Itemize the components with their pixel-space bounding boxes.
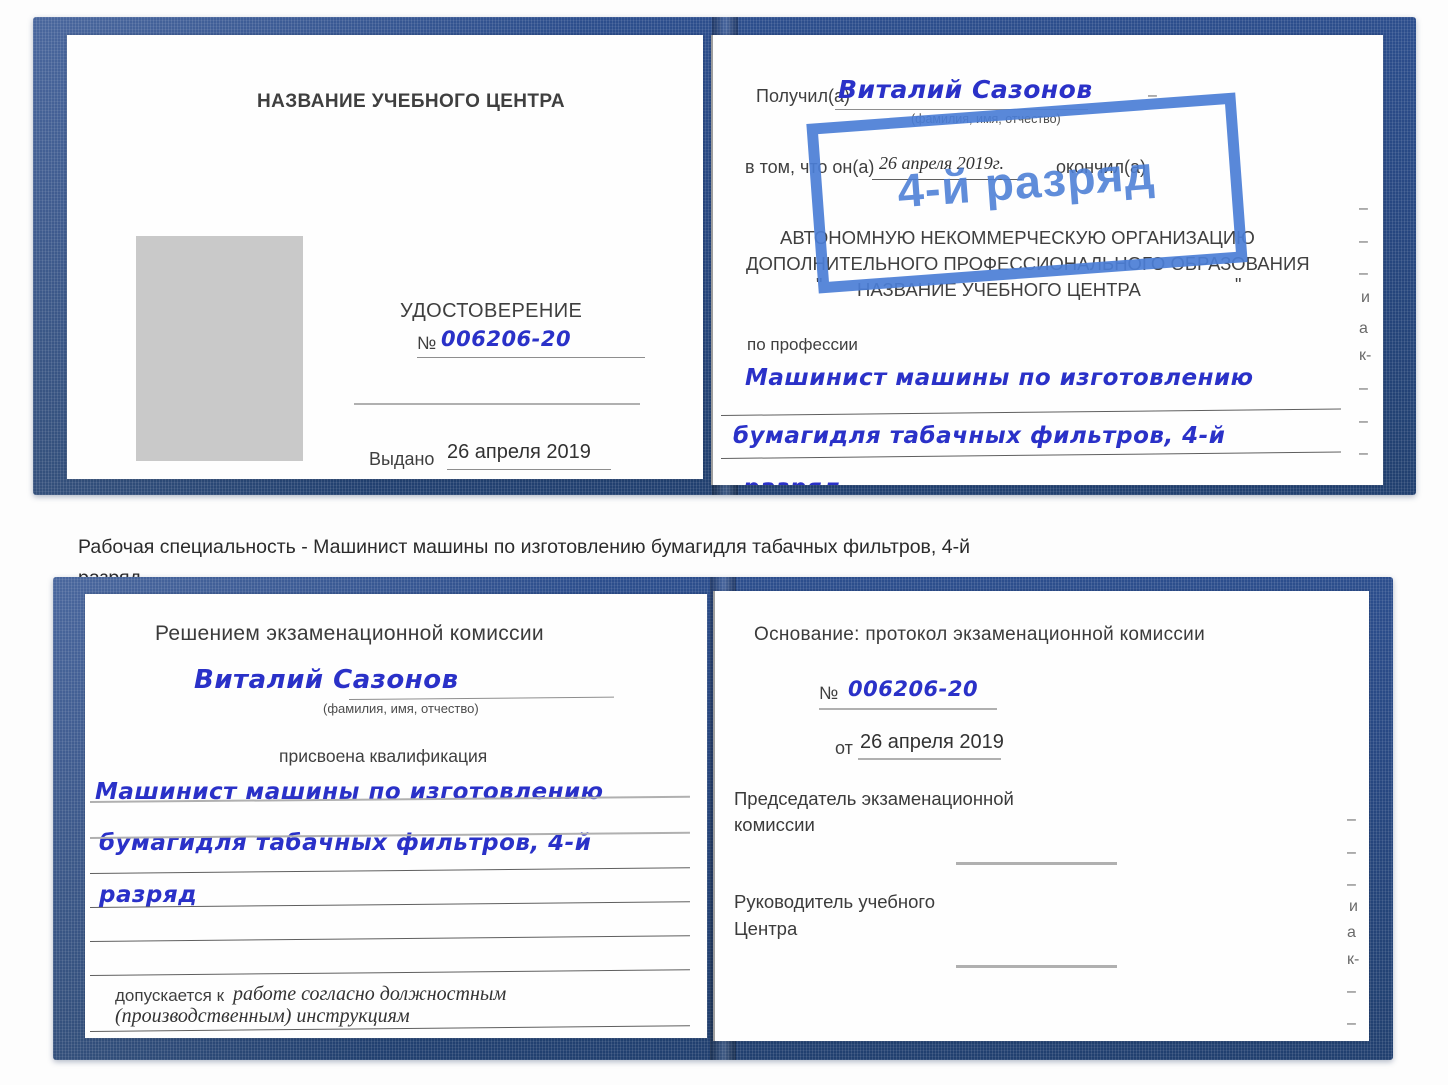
chairman-line-1: Председатель экзаменационной <box>734 788 1014 809</box>
edge-glyph-b7: – <box>1347 1015 1356 1032</box>
issued-rule <box>447 469 611 470</box>
certificate-number-sign: № <box>417 333 437 353</box>
fio-hint-bottom: (фамилия, имя, отчество) <box>323 701 479 716</box>
head-line-1: Руководитель учебного <box>734 891 936 912</box>
bottom-certificate-book: Решением экзаменационной комиссии Витали… <box>53 577 1393 1060</box>
profession-line-2: бумагидля табачных фильтров, 4-й <box>733 423 1226 449</box>
organization-quote-close: " <box>1235 275 1242 295</box>
profession-rule-2 <box>720 451 1341 459</box>
qualification-line-3: разряд <box>99 882 198 908</box>
edge-glyph-3: и <box>1361 289 1370 306</box>
decision-name-rule <box>348 696 614 700</box>
issued-value: 26 апреля 2019 <box>447 441 591 463</box>
certificate-number-rule <box>417 357 645 358</box>
admitted-label: допускается к <box>115 986 225 1005</box>
admitted-value-line-1: работе согласно должностным <box>233 983 507 1005</box>
edge-glyph-b5: к- <box>1347 951 1360 968</box>
top-left-page: НАЗВАНИЕ УЧЕБНОГО ЦЕНТРА УДОСТОВЕРЕНИЕ №… <box>67 35 703 479</box>
document-type-label: УДОСТОВЕРЕНИЕ <box>400 300 583 322</box>
grade-stamp: 4-й разряд <box>806 92 1248 294</box>
photo-placeholder <box>136 236 303 461</box>
profession-line-3: разряд <box>743 475 841 485</box>
admitted-value-line-2: (производственным) инструкциям <box>115 1005 410 1027</box>
received-value: Виталий Сазонов <box>838 75 1093 104</box>
protocol-date-value: 26 апреля 2019 <box>860 731 1004 753</box>
qualification-label: присвоена квалификация <box>279 746 488 766</box>
basis-label: Основание: протокол экзаменационной коми… <box>754 624 1206 645</box>
received-label: Получил(а) <box>756 86 850 106</box>
head-signature-rule <box>956 965 1117 968</box>
head-line-2: Центра <box>734 918 798 939</box>
chairman-line-2: комиссии <box>734 814 815 835</box>
protocol-date-label: от <box>835 738 853 758</box>
center-fold-top <box>711 35 713 485</box>
issued-label: Выдано <box>369 449 435 469</box>
profession-label: по профессии <box>747 335 858 354</box>
bottom-right-page: Основание: протокол экзаменационной коми… <box>713 591 1369 1041</box>
edge-glyph-b4: а <box>1347 924 1356 941</box>
edge-glyph-7: – <box>1359 413 1368 430</box>
bottom-left-page: Решением экзаменационной комиссии Витали… <box>85 594 707 1038</box>
top-certificate-book: НАЗВАНИЕ УЧЕБНОГО ЦЕНТРА УДОСТОВЕРЕНИЕ №… <box>33 17 1416 495</box>
profession-line-1: Машинист машины по изготовлению <box>745 365 1254 391</box>
edge-glyph-1: – <box>1359 233 1368 250</box>
edge-glyph-5: к- <box>1359 347 1372 364</box>
edge-glyph-b0: – <box>1347 811 1356 828</box>
edge-glyph-8: – <box>1359 445 1368 462</box>
certificate-number-value: 006206-20 <box>441 327 572 351</box>
edge-glyph-b2: – <box>1347 876 1356 893</box>
decision-name-value: Виталий Сазонов <box>194 665 459 695</box>
protocol-number-rule <box>819 708 997 710</box>
edge-glyph-0: – <box>1359 200 1368 217</box>
edge-glyph-b3: и <box>1349 898 1358 915</box>
blank-rule-1 <box>89 867 690 874</box>
protocol-date-rule <box>858 758 1001 760</box>
protocol-number-value: 006206-20 <box>848 677 979 701</box>
edge-glyph-b6: – <box>1347 983 1356 1000</box>
decision-heading: Решением экзаменационной комиссии <box>155 622 544 645</box>
edge-glyph-2: – <box>1359 265 1368 282</box>
edge-glyph-6: – <box>1359 380 1368 397</box>
blank-rule-top-left <box>354 403 640 405</box>
edge-glyph-b1: – <box>1347 844 1356 861</box>
center-fold-bottom <box>713 591 715 1041</box>
protocol-number-sign: № <box>819 683 839 703</box>
profession-rule-1 <box>720 408 1341 416</box>
blank-rule-4 <box>89 969 690 976</box>
blank-rule-3 <box>89 935 690 942</box>
page-title-top-left: НАЗВАНИЕ УЧЕБНОГО ЦЕНТРА <box>257 91 565 112</box>
seal-place-label: М.П. <box>165 476 203 479</box>
edge-glyph-4: а <box>1359 320 1368 337</box>
chairman-signature-rule <box>956 862 1117 865</box>
